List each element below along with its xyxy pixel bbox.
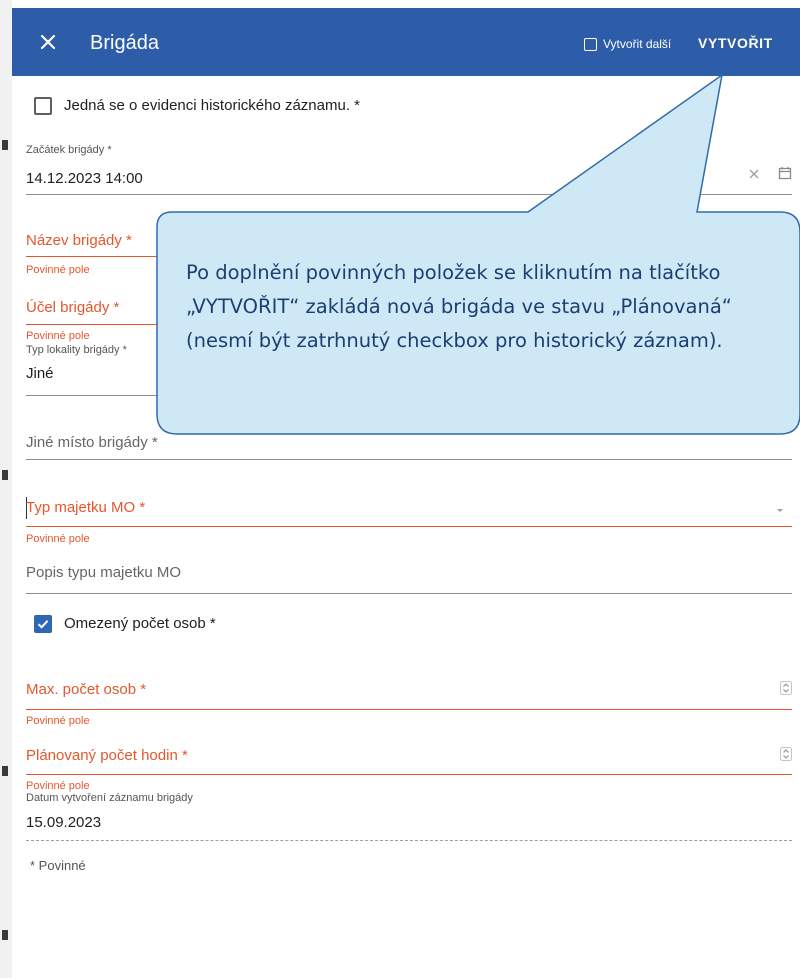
calendar-icon[interactable] (778, 166, 792, 180)
max-persons-underline (26, 709, 792, 710)
edge-marker (2, 766, 8, 776)
purpose-required-hint: Povinné pole (26, 330, 90, 342)
created-date-field: Datum vytvoření záznamu brigády 15.09.20… (26, 792, 792, 842)
callout-text: Po doplnění povinných položek se kliknut… (186, 261, 732, 352)
other-place-placeholder[interactable]: Jiné místo brigády * (26, 434, 158, 451)
planned-hours-underline (26, 774, 792, 775)
edge-marker (2, 140, 8, 150)
clear-icon[interactable] (748, 168, 760, 180)
required-fields-note: * Povinné (30, 858, 86, 873)
max-persons-required-hint: Povinné pole (26, 715, 90, 727)
created-date-label: Datum vytvoření záznamu brigády (26, 792, 193, 804)
locality-type-label: Typ lokality brigády * (26, 344, 127, 356)
planned-hours-required-hint: Povinné pole (26, 780, 90, 792)
property-type-field[interactable]: Typ majetku MO * Povinné pole (26, 497, 792, 549)
property-description-underline (26, 593, 792, 594)
locality-type-underline (26, 395, 792, 396)
brigade-dialog: Brigáda Vytvořit další VYTVOŘIT Jedná se… (12, 8, 800, 978)
number-spinner-icon[interactable] (780, 747, 792, 761)
start-date-underline (26, 194, 792, 195)
start-date-value[interactable]: 14.12.2023 14:00 (26, 170, 143, 187)
historic-record-label: Jedná se o evidenci historického záznamu… (64, 97, 361, 114)
name-required-hint: Povinné pole (26, 264, 90, 276)
start-date-label: Začátek brigády * (26, 144, 112, 156)
planned-hours-field[interactable]: Plánovaný počet hodin * Povinné pole (26, 745, 792, 792)
historic-record-checkbox[interactable] (34, 97, 52, 115)
property-type-placeholder[interactable]: Typ majetku MO * (26, 499, 145, 516)
property-description-placeholder[interactable]: Popis typu majetku MO (26, 564, 181, 581)
edge-marker (2, 470, 8, 480)
create-another-label: Vytvořit další (603, 37, 672, 51)
create-another-checkbox[interactable] (584, 37, 597, 51)
create-button[interactable]: VYTVOŘIT (698, 35, 773, 51)
max-persons-placeholder[interactable]: Max. počet osob * (26, 681, 146, 698)
property-description-field[interactable]: Popis typu majetku MO (26, 562, 792, 602)
create-another-toggle[interactable]: Vytvořit další (584, 37, 671, 51)
name-placeholder[interactable]: Název brigády * (26, 232, 132, 249)
other-place-field[interactable]: Jiné místo brigády * (26, 432, 792, 472)
close-icon[interactable] (36, 30, 60, 54)
locality-type-value[interactable]: Jiné (26, 365, 54, 382)
number-spinner-icon[interactable] (780, 681, 792, 695)
dialog-title: Brigáda (90, 32, 159, 54)
background-window-edge (0, 0, 12, 978)
dropdown-arrow-icon[interactable] (774, 507, 786, 515)
dialog-header: Brigáda Vytvořit další VYTVOŘIT (12, 8, 800, 76)
start-date-field[interactable]: Začátek brigády * 14.12.2023 14:00 (26, 144, 792, 204)
property-type-underline (26, 526, 792, 527)
max-persons-field[interactable]: Max. počet osob * Povinné pole (26, 679, 792, 729)
created-date-value: 15.09.2023 (26, 814, 102, 831)
purpose-placeholder[interactable]: Účel brigády * (26, 299, 119, 316)
limited-persons-checkbox[interactable] (34, 615, 52, 633)
other-place-underline (26, 459, 792, 460)
created-date-underline (26, 840, 792, 841)
checkmark-icon (37, 620, 49, 629)
planned-hours-placeholder[interactable]: Plánovaný počet hodin * (26, 747, 188, 764)
property-type-required-hint: Povinné pole (26, 533, 90, 545)
edge-marker (2, 930, 8, 940)
limited-persons-label: Omezený počet osob * (64, 615, 216, 632)
